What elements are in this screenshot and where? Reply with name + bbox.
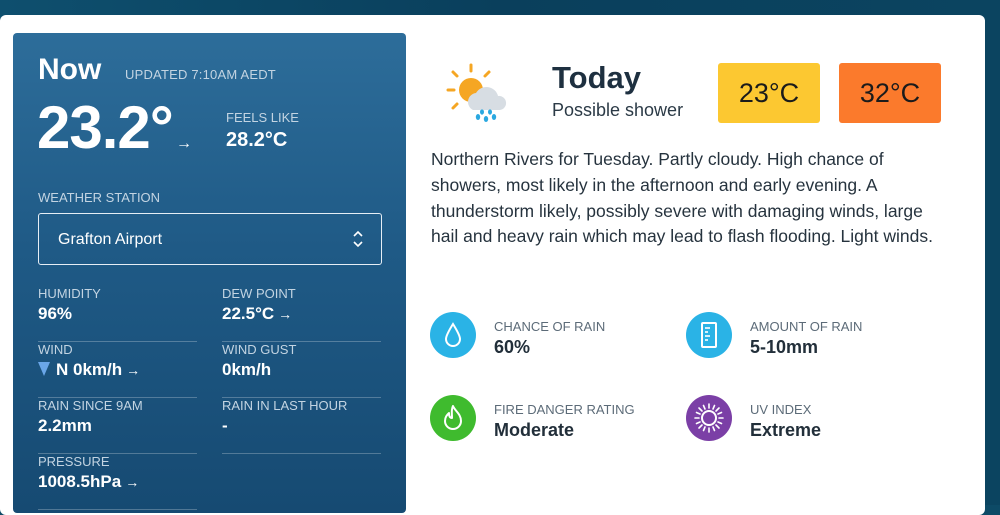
stat-dew-point[interactable]: DEW POINT 22.5°C → xyxy=(222,286,381,342)
wind-direction-icon xyxy=(38,362,50,376)
stat-label: WIND GUST xyxy=(222,342,297,357)
uv-sun-icon xyxy=(686,395,732,441)
stat-value: - xyxy=(222,416,228,435)
min-temp-badge: 23°C xyxy=(718,63,820,123)
arrow-right-icon: → xyxy=(278,306,293,322)
metric-value: Moderate xyxy=(494,420,575,440)
temperature-trend-arrow-icon[interactable]: → xyxy=(176,135,192,153)
stat-label: WIND xyxy=(38,342,73,357)
stat-value: 22.5°C → xyxy=(222,304,293,323)
flame-icon xyxy=(430,395,476,441)
stat-value: 96% xyxy=(38,304,73,323)
stat-label: RAIN IN LAST HOUR xyxy=(222,398,348,413)
select-chevrons-icon xyxy=(353,230,363,248)
now-title: Now xyxy=(38,53,102,86)
metric-label: FIRE DANGER RATING xyxy=(494,402,635,417)
current-conditions-panel: Now UPDATED 7:10AM AEDT 23.2° → FEELS LI… xyxy=(13,33,406,513)
stat-value: 1008.5hPa → xyxy=(38,472,140,491)
stat-value: 0km/h xyxy=(222,360,272,379)
stat-humidity: HUMIDITY 96% xyxy=(38,286,197,342)
stat-rain-since-9am: RAIN SINCE 9AM 2.2mm xyxy=(38,398,197,454)
today-summary: Possible shower xyxy=(552,100,684,120)
stat-label: PRESSURE xyxy=(38,454,110,469)
metric-value: Extreme xyxy=(750,420,822,440)
metric-label: AMOUNT OF RAIN xyxy=(750,319,863,334)
arrow-right-icon: → xyxy=(126,362,141,378)
metric-label: UV INDEX xyxy=(750,402,812,417)
metric-value: 5-10mm xyxy=(750,337,819,357)
feels-like-label: FEELS LIKE xyxy=(226,110,299,125)
today-title: Today xyxy=(552,60,641,95)
metric-label: CHANCE OF RAIN xyxy=(494,319,606,334)
stat-label: HUMIDITY xyxy=(38,286,101,301)
stat-value: N 0km/h → xyxy=(38,360,140,380)
updated-time: UPDATED 7:10AM AEDT xyxy=(125,67,276,82)
stat-rain-last-hour: RAIN IN LAST HOUR - xyxy=(222,398,381,454)
rain-gauge-icon xyxy=(686,312,732,358)
metric-value: 60% xyxy=(494,337,531,357)
arrow-right-icon: → xyxy=(125,474,140,490)
forecast-text: Northern Rivers for Tuesday. Partly clou… xyxy=(431,149,933,247)
stat-pressure[interactable]: PRESSURE 1008.5hPa → xyxy=(38,454,197,510)
stat-label: DEW POINT xyxy=(222,286,296,301)
weather-station-value: Grafton Airport xyxy=(58,231,163,248)
stat-wind-gust: WIND GUST 0km/h xyxy=(222,342,381,398)
raindrop-icon xyxy=(430,312,476,358)
stat-value: 2.2mm xyxy=(38,416,92,435)
stat-wind[interactable]: WIND N 0km/h → xyxy=(38,342,197,398)
feels-like-value: 28.2°C xyxy=(226,129,288,151)
current-temperature: 23.2° xyxy=(37,94,174,161)
max-temp-badge: 32°C xyxy=(839,63,941,123)
weather-station-select[interactable]: Grafton Airport xyxy=(38,213,382,265)
stat-label: RAIN SINCE 9AM xyxy=(38,398,143,413)
sun-behind-rain-cloud-icon xyxy=(446,63,507,122)
weather-station-label: WEATHER STATION xyxy=(38,190,161,205)
